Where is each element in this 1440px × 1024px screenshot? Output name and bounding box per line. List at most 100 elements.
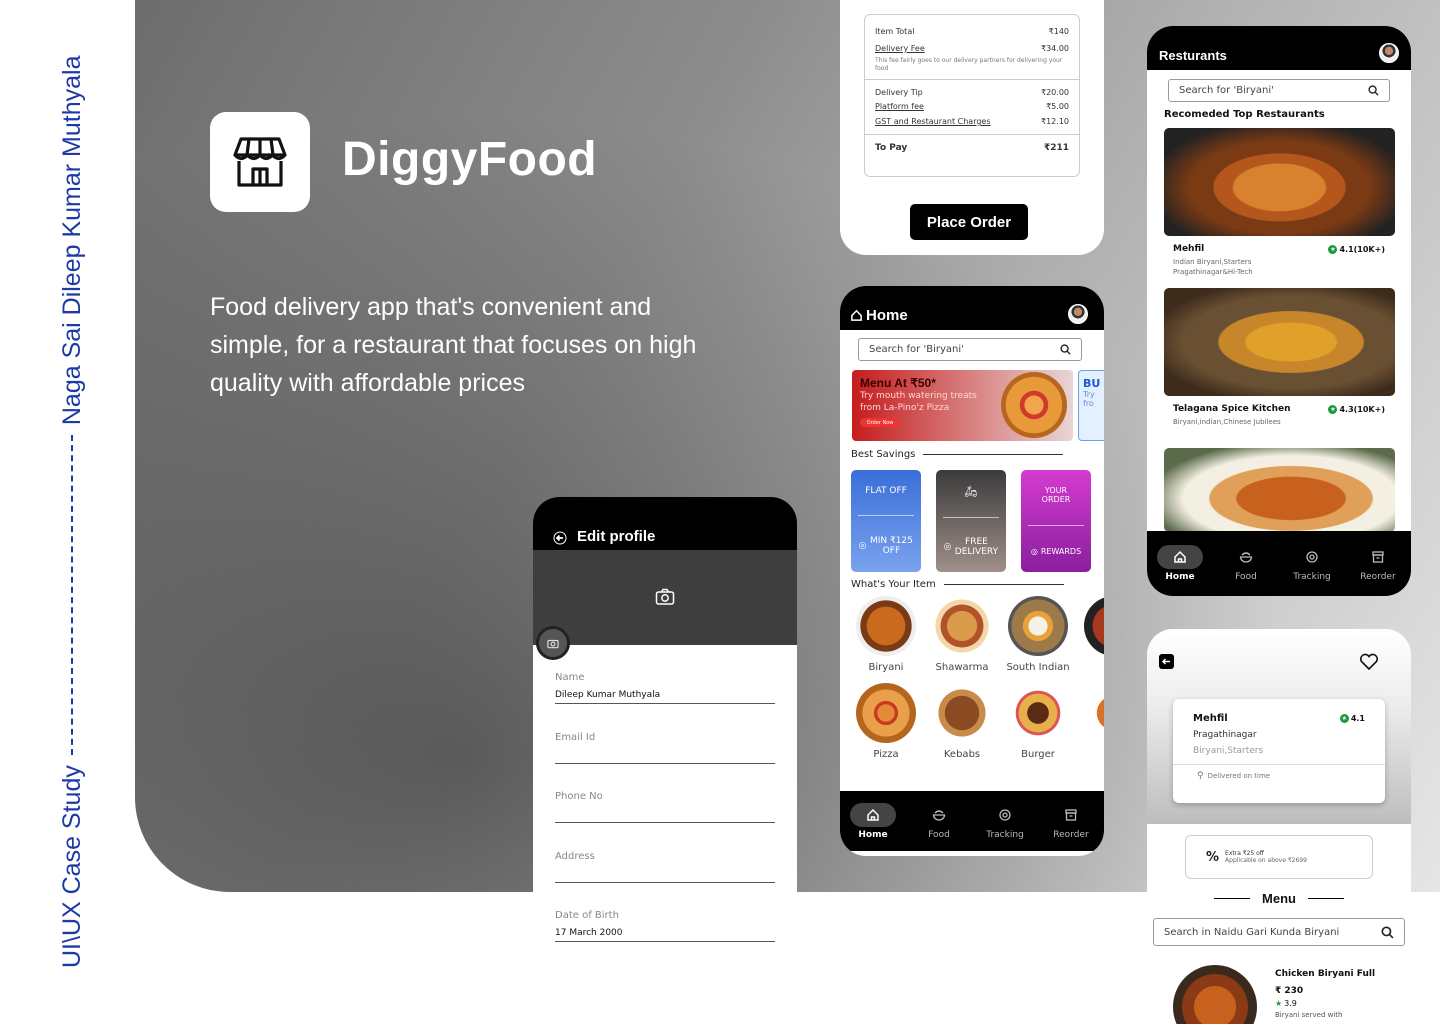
promo-subtitle: Try fro: [1083, 390, 1095, 408]
dish-rating: ★ 3.9: [1275, 999, 1375, 1008]
savings-bottom: REWARDS: [1040, 546, 1082, 556]
section-title: Menu: [1262, 891, 1296, 906]
whats-your-item-heading: What's Your Item: [851, 579, 1064, 590]
bill-value: ₹34.00: [1041, 44, 1069, 53]
savings-card-free-delivery[interactable]: 🛵︎ ◎ FREE DELIVERY: [936, 470, 1006, 572]
app-brand-name: DiggyFood: [342, 133, 598, 186]
date-of-birth-field[interactable]: Date of Birth 17 March 2000: [555, 910, 775, 942]
savings-card-flat-off[interactable]: FLAT OFF ◎ MIN ₹125 OFF: [851, 470, 921, 572]
menu-search-input[interactable]: Search in Naidu Gari Kunda Biryani: [1153, 918, 1405, 946]
tab-food[interactable]: Food: [1223, 545, 1269, 582]
page-title: Resturants: [1159, 48, 1227, 63]
restaurant-image[interactable]: [1164, 448, 1395, 532]
search-input[interactable]: Search for 'Biryani': [1168, 79, 1390, 102]
to-pay-label: To Pay: [875, 143, 908, 153]
tab-tracking[interactable]: Tracking: [982, 803, 1028, 840]
category-label: Shawarma: [935, 662, 989, 673]
reorder-box-icon: [1372, 551, 1384, 563]
avatar[interactable]: [1379, 43, 1399, 63]
promo-banner[interactable]: Menu At ₹50* Try mouth watering treats f…: [852, 370, 1073, 441]
tab-food[interactable]: Food: [916, 803, 962, 840]
category-item[interactable]: Shawarma: [924, 596, 1000, 673]
category-item[interactable]: No: [1076, 596, 1104, 673]
bill-value: ₹5.00: [1046, 102, 1069, 111]
reorder-box-icon: [1065, 808, 1077, 821]
category-item[interactable]: South Indian: [1000, 596, 1076, 673]
category-label: South Indian: [1006, 662, 1070, 673]
restaurant-image[interactable]: [1164, 128, 1395, 236]
field-label: Date of Birth: [555, 910, 619, 921]
savings-bottom: FREE DELIVERY: [954, 536, 999, 557]
app-tagline: Food delivery app that's convenient and …: [210, 293, 697, 397]
phone-field[interactable]: Phone No: [555, 791, 775, 823]
search-input[interactable]: Search for 'Biryani': [858, 338, 1082, 361]
scooter-icon: 🛵︎: [964, 485, 978, 499]
author-label: Naga Sai Dileep Kumar Muthyala: [57, 55, 86, 426]
tab-tracking[interactable]: Tracking: [1289, 545, 1335, 582]
kebabs-image: [932, 683, 992, 743]
tab-reorder[interactable]: Reorder: [1355, 545, 1401, 582]
category-item[interactable]: Biryani: [848, 596, 924, 673]
category-label: Kebabs: [943, 749, 981, 760]
field-label: Email Id: [555, 732, 596, 743]
savings-bottom: MIN ₹125 OFF: [869, 536, 913, 557]
restaurant-cuisine: Biryani,Starters: [1193, 746, 1264, 756]
rating-value: 4.1: [1350, 714, 1365, 723]
restaurant-rating: ★ 4.1(10K+): [1328, 245, 1385, 254]
restaurant-name[interactable]: Mehfil: [1173, 244, 1204, 254]
section-title: Recomeded Top Restaurants: [1164, 109, 1325, 120]
tab-reorder[interactable]: Reorder: [1048, 803, 1094, 840]
south-indian-image: [1008, 596, 1068, 656]
back-arrow-icon[interactable]: [553, 531, 567, 545]
page-title: Home: [866, 307, 908, 324]
camera-icon[interactable]: [655, 588, 675, 606]
promo-banner-next[interactable]: BU Try fro: [1078, 370, 1104, 441]
search-icon[interactable]: [1060, 344, 1071, 355]
profile-avatar[interactable]: [536, 626, 570, 660]
back-arrow-icon[interactable]: [1159, 654, 1174, 669]
heart-icon[interactable]: [1359, 653, 1379, 671]
search-icon[interactable]: [1381, 925, 1394, 939]
address-field[interactable]: Address: [555, 851, 775, 883]
bill-label[interactable]: Platform fee: [875, 102, 924, 111]
restaurant-image[interactable]: [1164, 288, 1395, 396]
avatar[interactable]: [1068, 304, 1088, 324]
tab-home[interactable]: Home: [850, 802, 896, 840]
field-value[interactable]: [555, 809, 775, 819]
place-order-button[interactable]: Place Order: [910, 204, 1028, 240]
restaurant-cuisine: Indian Biryani,Starters Pragathinagar&Hi…: [1173, 258, 1253, 276]
tab-label: Tracking: [1293, 572, 1331, 582]
tab-home[interactable]: Home: [1157, 545, 1203, 582]
restaurant-name[interactable]: Telagana Spice Kitchen: [1173, 404, 1291, 414]
cover-photo[interactable]: [533, 550, 797, 645]
field-value[interactable]: [555, 869, 775, 879]
camera-icon: [547, 639, 559, 649]
search-icon[interactable]: [1368, 85, 1379, 96]
food-bowl-icon: [932, 809, 946, 821]
rating-value: 3.9: [1284, 999, 1297, 1008]
savings-card-rewards[interactable]: YOUR ORDER ◎ REWARDS: [1021, 470, 1091, 572]
search-placeholder: Search for 'Biryani': [1179, 85, 1274, 96]
category-item[interactable]: Kebabs: [924, 683, 1000, 760]
search-placeholder: Search in Naidu Gari Kunda Biryani: [1164, 926, 1340, 938]
bike-icon: ⚲: [1197, 771, 1204, 781]
offer-card[interactable]: % Extra ₹25 off Applicable on above ₹2699: [1185, 835, 1373, 879]
field-value[interactable]: [555, 750, 775, 760]
field-value[interactable]: Dileep Kumar Muthyala: [555, 690, 775, 700]
category-item[interactable]: Pizza: [848, 683, 924, 760]
menu-heading: Menu: [1147, 891, 1411, 906]
email-field[interactable]: Email Id: [555, 732, 775, 764]
category-item[interactable]: Burger: [1000, 683, 1076, 760]
bill-label[interactable]: Delivery Fee: [875, 44, 925, 53]
category-item[interactable]: R: [1076, 683, 1104, 760]
storefront-icon: [233, 137, 287, 187]
field-label: Address: [555, 851, 595, 862]
bill-label[interactable]: GST and Restaurant Charges: [875, 117, 991, 126]
order-now-button[interactable]: Order Now: [860, 418, 900, 427]
name-field[interactable]: Name Dileep Kumar Muthyala: [555, 672, 775, 704]
offer-subtitle: Applicable on above ₹2699: [1225, 857, 1307, 864]
field-value[interactable]: 17 March 2000: [555, 928, 775, 938]
dish-image[interactable]: [1173, 965, 1257, 1024]
food-bowl-icon: [1239, 552, 1253, 563]
rating-value: 4.1(10K+): [1339, 245, 1385, 254]
